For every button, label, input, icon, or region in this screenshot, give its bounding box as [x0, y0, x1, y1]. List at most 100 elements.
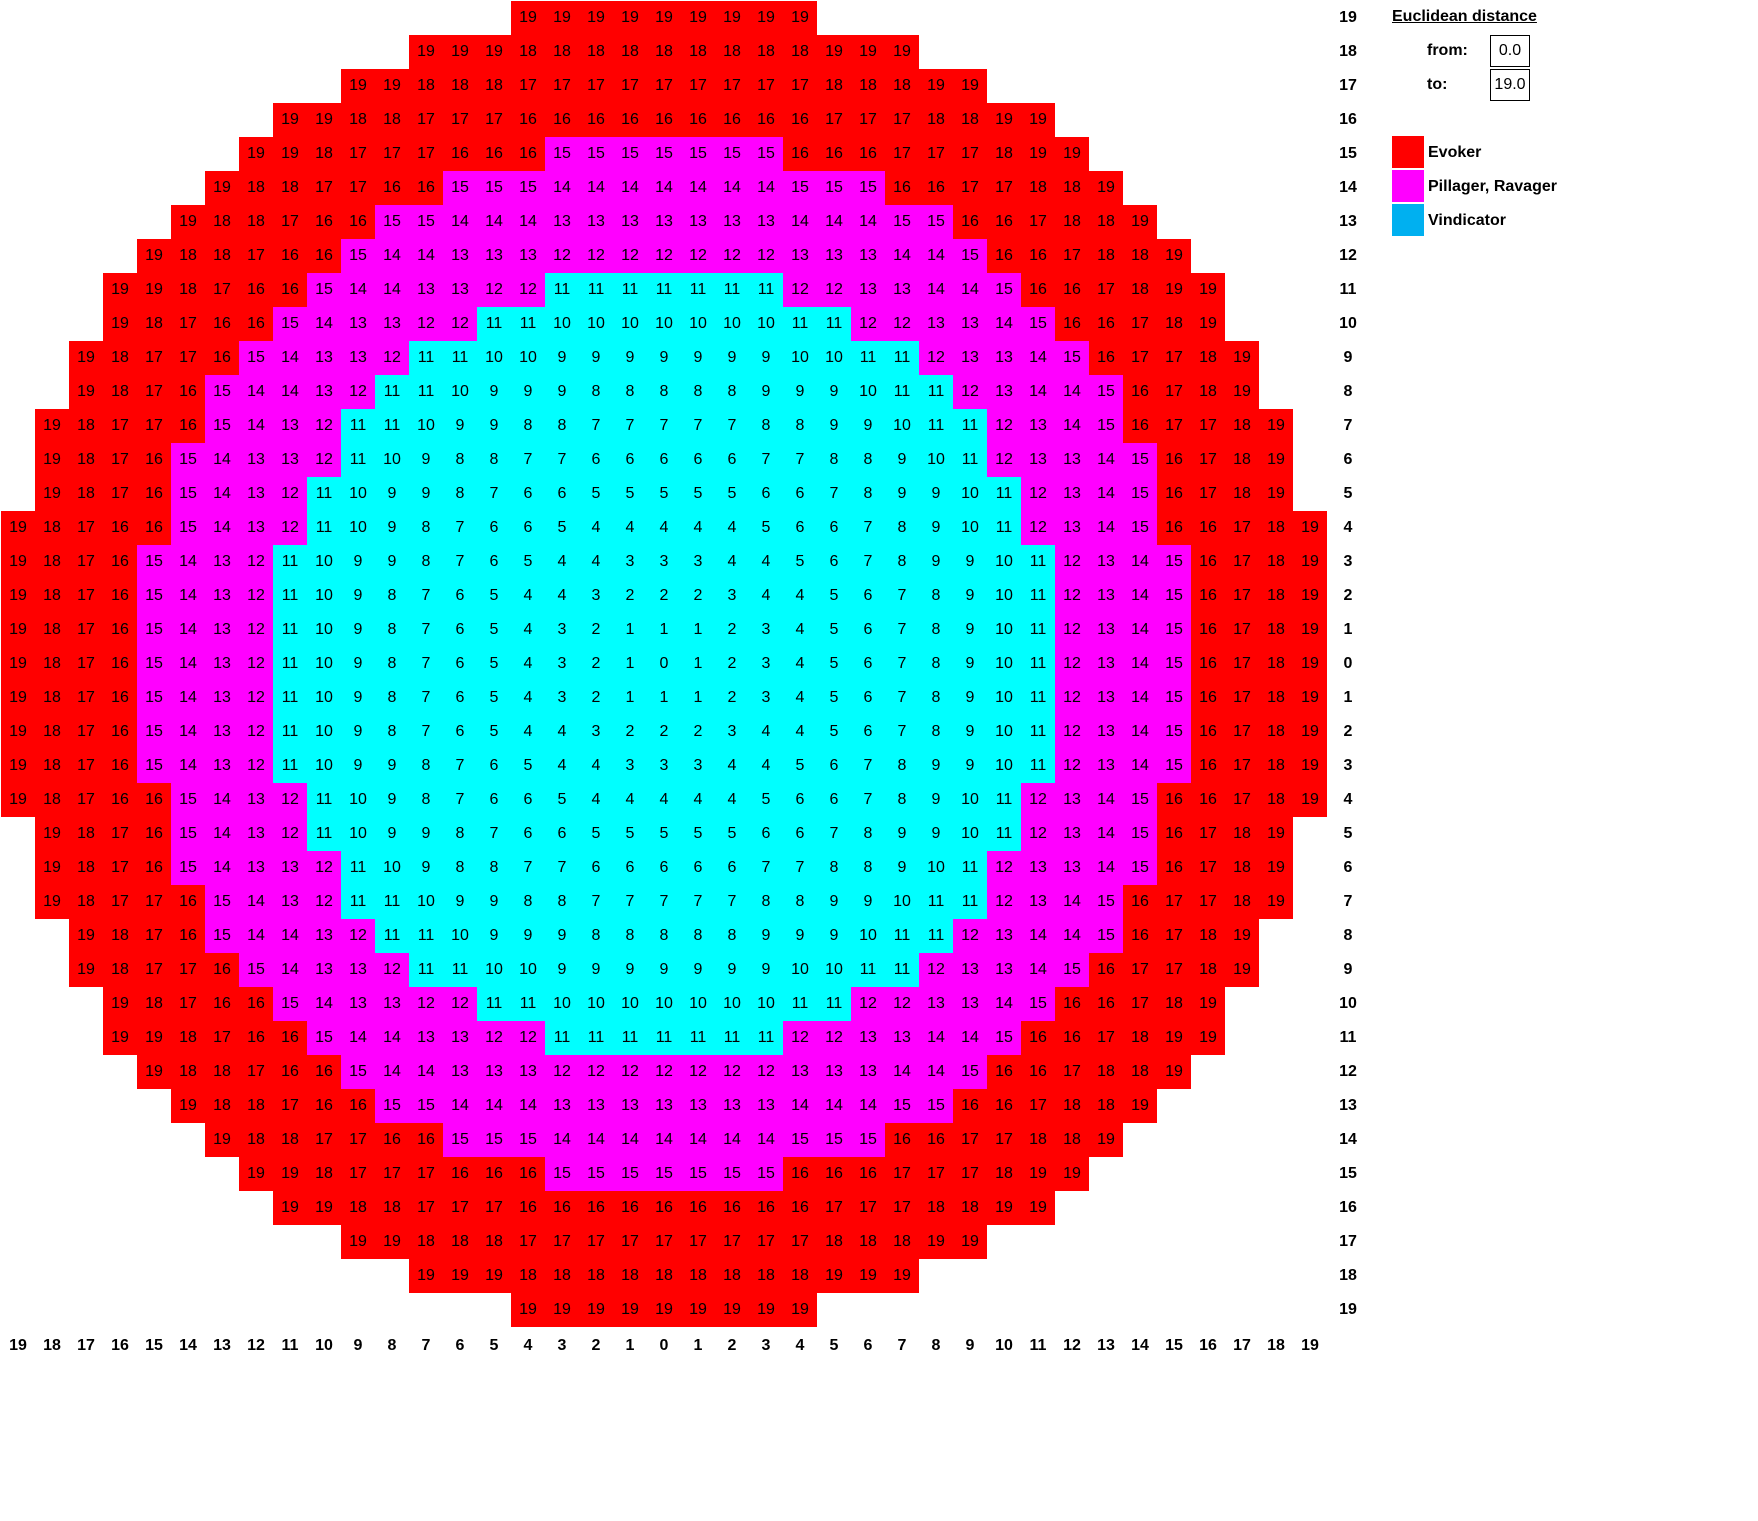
grid-cell: 11: [647, 273, 681, 307]
grid-cell: 13: [205, 681, 239, 715]
grid-cell: 11: [987, 783, 1021, 817]
grid-cell: 6: [511, 817, 545, 851]
grid-cell: 16: [783, 1191, 817, 1225]
grid-cell: 10: [953, 783, 987, 817]
grid-cell: 13: [1055, 443, 1089, 477]
grid-cell: 14: [239, 919, 273, 953]
column-label: 4: [523, 1337, 533, 1354]
row-label: 11: [1339, 281, 1357, 298]
grid-cell: 18: [69, 477, 103, 511]
grid-cell: 9: [783, 375, 817, 409]
grid-cell: 11: [545, 1021, 579, 1055]
grid-cell: 11: [1021, 613, 1055, 647]
info-panel: Euclidean distance from: 0.0 to: 19.0 Ev…: [1392, 0, 1758, 260]
grid-cell: 1: [681, 613, 715, 647]
grid-cell: 17: [1191, 477, 1225, 511]
grid-cell: 13: [1089, 681, 1123, 715]
grid-cell: 5: [749, 783, 783, 817]
grid-cell: 8: [919, 647, 953, 681]
grid-cell: 17: [953, 1157, 987, 1191]
grid-cell: 16: [1191, 579, 1225, 613]
grid-cell: 9: [953, 579, 987, 613]
grid-cell: 10: [511, 953, 545, 987]
column-label: 18: [43, 1337, 61, 1354]
grid-cell: 19: [1259, 409, 1293, 443]
grid-cell: 10: [987, 545, 1021, 579]
grid-cell: 14: [817, 1089, 851, 1123]
grid-cell: 6: [681, 443, 715, 477]
grid-cell: 19: [1, 511, 35, 545]
grid-cell: 19: [1157, 1021, 1191, 1055]
grid-cell: 8: [647, 919, 681, 953]
grid-cell: 16: [409, 1123, 443, 1157]
grid-cell: 2: [715, 647, 749, 681]
grid-cell: 12: [511, 273, 545, 307]
grid-cell: 12: [307, 443, 341, 477]
grid-cell: 18: [69, 409, 103, 443]
grid-cell: 10: [409, 409, 443, 443]
grid-cell: 18: [35, 545, 69, 579]
grid-cell: 4: [579, 749, 613, 783]
grid-cell: 5: [817, 579, 851, 613]
grid-cell: 17: [1225, 749, 1259, 783]
grid-cell: 0: [647, 647, 681, 681]
grid-cell: 16: [103, 613, 137, 647]
grid-cell: 14: [817, 205, 851, 239]
grid-cell: 14: [1021, 341, 1055, 375]
grid-cell: 8: [817, 851, 851, 885]
grid-cell: 17: [69, 681, 103, 715]
grid-cell: 13: [579, 1089, 613, 1123]
grid-cell: 17: [987, 171, 1021, 205]
grid-cell: 15: [1055, 953, 1089, 987]
grid-cell: 9: [919, 477, 953, 511]
grid-cell: 6: [749, 477, 783, 511]
grid-cell: 9: [783, 919, 817, 953]
grid-cell: 17: [137, 341, 171, 375]
grid-cell: 18: [1259, 613, 1293, 647]
grid-cell: 19: [103, 273, 137, 307]
grid-cell: 16: [1021, 239, 1055, 273]
grid-cell: 19: [35, 817, 69, 851]
grid-cell: 17: [851, 103, 885, 137]
grid-cell: 16: [511, 103, 545, 137]
grid-cell: 17: [341, 137, 375, 171]
row-label: 1: [1343, 621, 1353, 638]
grid-cell: 15: [681, 137, 715, 171]
grid-cell: 14: [681, 171, 715, 205]
grid-cell: 10: [579, 987, 613, 1021]
to-value-field[interactable]: 19.0: [1490, 69, 1530, 101]
grid-cell: 11: [749, 1021, 783, 1055]
grid-cell: 18: [443, 1225, 477, 1259]
grid-cell: 19: [103, 1021, 137, 1055]
grid-cell: 19: [35, 443, 69, 477]
grid-cell: 17: [205, 1021, 239, 1055]
grid-cell: 19: [69, 953, 103, 987]
grid-cell: 17: [239, 239, 273, 273]
grid-cell: 9: [885, 817, 919, 851]
grid-cell: 15: [885, 1089, 919, 1123]
grid-cell: 18: [171, 1055, 205, 1089]
column-label: 19: [9, 1337, 27, 1354]
grid-cell: 16: [1055, 1021, 1089, 1055]
grid-cell: 14: [749, 171, 783, 205]
grid-cell: 15: [307, 273, 341, 307]
grid-cell: 13: [307, 341, 341, 375]
grid-cell: 14: [919, 1055, 953, 1089]
grid-cell: 19: [1293, 511, 1327, 545]
grid-cell: 18: [1191, 953, 1225, 987]
grid-cell: 7: [443, 545, 477, 579]
grid-cell: 13: [1089, 715, 1123, 749]
column-label: 12: [1063, 1337, 1081, 1354]
grid-cell: 10: [953, 817, 987, 851]
grid-cell: 9: [953, 545, 987, 579]
grid-cell: 17: [1225, 715, 1259, 749]
grid-cell: 19: [1055, 137, 1089, 171]
grid-cell: 12: [715, 239, 749, 273]
grid-cell: 8: [545, 409, 579, 443]
grid-cell: 18: [69, 885, 103, 919]
grid-cell: 10: [307, 613, 341, 647]
grid-cell: 16: [919, 1123, 953, 1157]
grid-cell: 16: [103, 579, 137, 613]
from-value-field[interactable]: 0.0: [1490, 35, 1530, 67]
grid-cell: 19: [1157, 1055, 1191, 1089]
